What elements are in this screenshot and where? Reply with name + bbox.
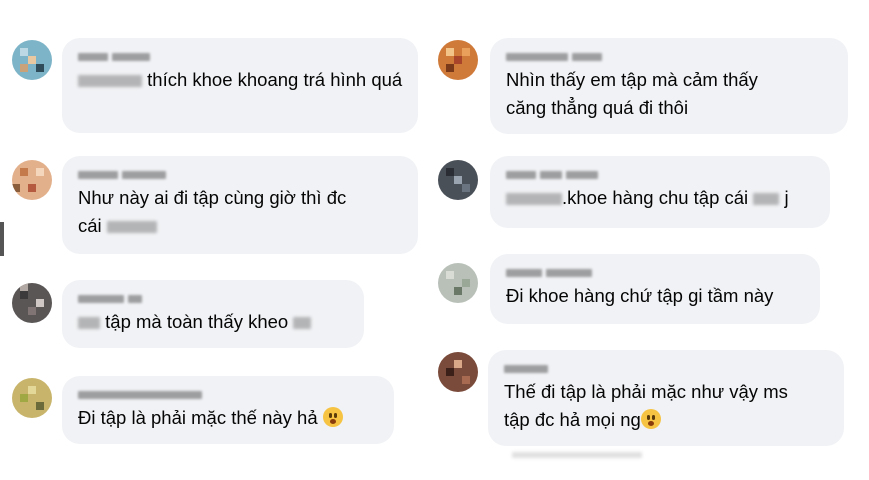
commenter-name-redacted[interactable] bbox=[78, 290, 350, 304]
next-comment-redacted bbox=[512, 452, 642, 458]
flushed-face-icon bbox=[322, 407, 343, 427]
commenter-name-redacted[interactable] bbox=[506, 166, 816, 180]
comment-bubble: tập mà toàn thấy kheo bbox=[62, 280, 364, 348]
comment-bubble: thích khoe khoang trá hình quá bbox=[62, 38, 418, 133]
redacted-mention bbox=[78, 75, 142, 88]
avatar[interactable] bbox=[438, 263, 478, 303]
comment-text: Thế đi tập là phải mặc như vậy ms tập đc… bbox=[504, 381, 788, 430]
commenter-name-redacted[interactable] bbox=[506, 264, 806, 278]
commenter-name-redacted[interactable] bbox=[506, 48, 834, 62]
comment-text: .khoe hàng chu tập cái j bbox=[506, 184, 816, 212]
redacted-mention bbox=[506, 193, 562, 206]
redacted-mention bbox=[78, 317, 100, 330]
comment-bubble: Nhìn thấy em tập mà cảm thấy căng thẳng … bbox=[490, 38, 848, 134]
commenter-name-redacted[interactable] bbox=[78, 386, 380, 400]
avatar[interactable] bbox=[12, 378, 52, 418]
avatar[interactable] bbox=[438, 352, 478, 392]
comment-text: Nhìn thấy em tập mà cảm thấy căng thẳng … bbox=[506, 69, 758, 118]
comment-bubble: .khoe hàng chu tập cái j bbox=[490, 156, 830, 228]
comment-text: tập mà toàn thấy kheo bbox=[78, 308, 350, 336]
avatar[interactable] bbox=[438, 40, 478, 80]
comment-text: Đi khoe hàng chứ tập gi tầm này bbox=[506, 285, 774, 306]
left-edge-marker bbox=[0, 222, 4, 256]
redacted-text bbox=[106, 221, 157, 234]
comment-bubble: Thế đi tập là phải mặc như vậy ms tập đc… bbox=[488, 350, 844, 446]
commenter-name-redacted[interactable] bbox=[78, 166, 404, 180]
comment-text: Đi tập là phải mặc thế này hả bbox=[78, 404, 380, 432]
avatar[interactable] bbox=[12, 40, 52, 80]
commenter-name-redacted[interactable] bbox=[504, 360, 830, 374]
avatar[interactable] bbox=[12, 283, 52, 323]
redacted-text bbox=[293, 317, 312, 330]
avatar[interactable] bbox=[12, 160, 52, 200]
comment-bubble: Như này ai đi tập cùng giờ thì đc cái bbox=[62, 156, 418, 254]
redacted-text bbox=[753, 193, 780, 206]
hushed-face-icon bbox=[640, 409, 661, 429]
comment-text: thích khoe khoang trá hình quá bbox=[78, 66, 404, 94]
commenter-name-redacted[interactable] bbox=[78, 48, 404, 62]
comment-bubble: Đi khoe hàng chứ tập gi tầm này bbox=[490, 254, 820, 324]
avatar[interactable] bbox=[438, 160, 478, 200]
comment-text: Như này ai đi tập cùng giờ thì đc cái bbox=[78, 187, 347, 236]
comment-bubble: Đi tập là phải mặc thế này hả bbox=[62, 376, 394, 444]
